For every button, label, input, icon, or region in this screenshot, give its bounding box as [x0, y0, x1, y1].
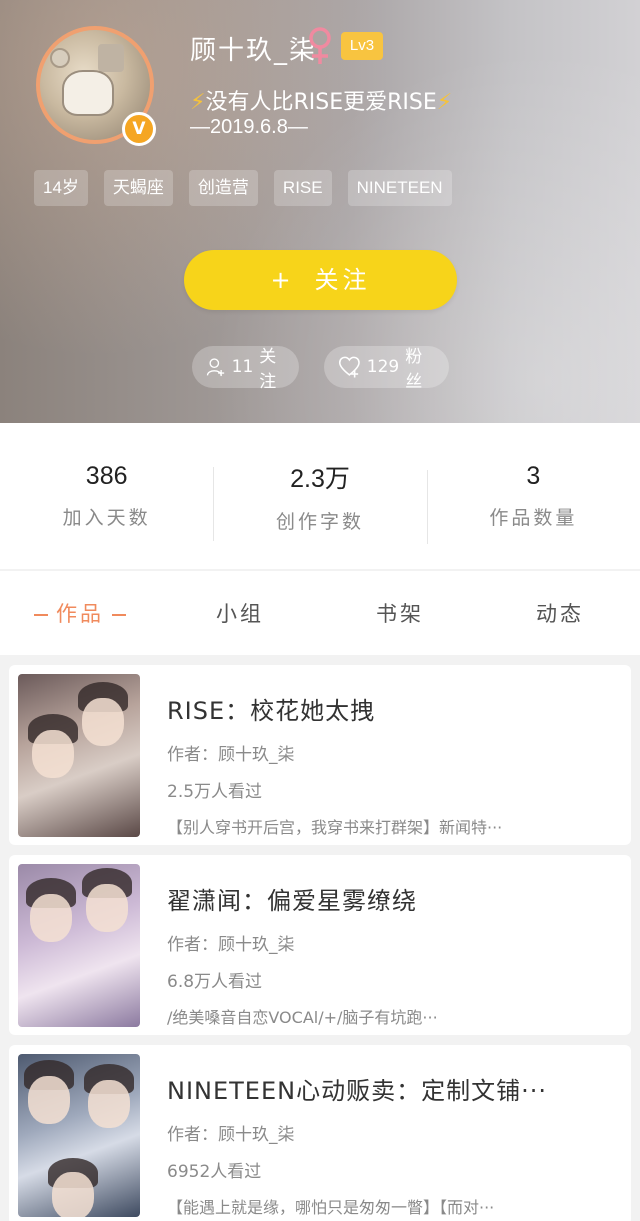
verified-badge-icon: V	[122, 112, 156, 146]
tag-group-nineteen: NINETEEN	[347, 170, 452, 206]
profile-tags: 14岁 天蝎座 创造营 RISE NINETEEN	[34, 170, 452, 206]
stat-join-days: 386 加入天数	[0, 462, 213, 530]
profile-tabs: 作品 小组 书架 动态	[0, 571, 640, 655]
tab-bookshelf[interactable]: 书架	[320, 598, 480, 628]
tab-label: 动态	[536, 602, 584, 626]
work-title[interactable]: NINETEEN心动贩卖：定制文铺···	[167, 1071, 617, 1106]
lightning-icon: ⚡	[436, 90, 453, 115]
book-cover-image[interactable]	[18, 864, 140, 1027]
follow-button[interactable]: + 关注	[184, 250, 457, 310]
tab-label: 书架	[376, 602, 424, 626]
work-info: 翟潇闻：偏爱星雾缭绕 作者：顾十玖_柒 6.8万人看过 /绝美嗓音自恋VOCAl…	[167, 881, 617, 1028]
tab-works[interactable]: 作品	[0, 598, 160, 628]
tag-show: 创造营	[188, 170, 258, 206]
work-info: NINETEEN心动贩卖：定制文铺··· 作者：顾十玖_柒 6952人看过 【能…	[167, 1071, 617, 1218]
fans-count: 129	[366, 357, 400, 377]
tab-indicator	[34, 614, 48, 616]
stat-value: 386	[85, 462, 128, 490]
work-title[interactable]: RISE：校花她太拽	[167, 691, 617, 726]
avatar-decoration	[98, 44, 124, 72]
stat-label: 创作字数	[275, 510, 364, 533]
following-count: 11	[231, 357, 254, 377]
stat-value: 3	[526, 462, 541, 490]
following-label: 关注	[259, 347, 277, 392]
work-description: /绝美嗓音自恋VOCAl/+/脑子有坑跑···	[167, 1008, 438, 1027]
tab-groups[interactable]: 小组	[160, 598, 320, 628]
profile-date: —2019.6.8—	[190, 116, 308, 138]
work-views: 2.5万人看过	[167, 782, 263, 802]
plus-icon: +	[270, 266, 295, 294]
tag-group-rise: RISE	[273, 170, 332, 206]
work-description: 【别人穿书开后宫，我穿书来打群架】新闻特···	[167, 818, 503, 837]
work-card[interactable]: NINETEEN心动贩卖：定制文铺··· 作者：顾十玖_柒 6952人看过 【能…	[9, 1045, 631, 1221]
book-cover-image[interactable]	[18, 674, 140, 837]
tag-age: 14岁	[34, 170, 88, 206]
work-card[interactable]: RISE：校花她太拽 作者：顾十玖_柒 2.5万人看过 【别人穿书开后宫，我穿书…	[9, 665, 631, 845]
tag-zodiac: 天蝎座	[103, 170, 173, 206]
stat-works-count: 3 作品数量	[426, 462, 640, 544]
tab-activity[interactable]: 动态	[480, 598, 640, 628]
work-views: 6.8万人看过	[167, 972, 263, 992]
avatar-decoration	[62, 70, 114, 116]
profile-header: V 顾十玖_柒 Lv3 ⚡没有人比RISE更爱RISE⚡ —2019.6.8— …	[0, 0, 640, 423]
work-description: 【能遇上就是缘，哪怕只是匆匆一瞥】【而对···	[167, 1198, 495, 1217]
level-badge: Lv3	[341, 32, 383, 60]
follow-button-label: 关注	[314, 266, 371, 294]
tab-label: 作品	[56, 602, 104, 626]
fans-button[interactable]: 129 粉丝	[324, 346, 449, 392]
stat-label: 加入天数	[62, 507, 151, 529]
work-author: 作者：顾十玖_柒	[167, 935, 295, 955]
book-cover-image[interactable]	[18, 1054, 140, 1217]
stat-value: 2.3万	[290, 464, 350, 493]
tab-label: 小组	[216, 602, 264, 626]
following-button[interactable]: 11 关注	[192, 346, 299, 392]
work-info: RISE：校花她太拽 作者：顾十玖_柒 2.5万人看过 【别人穿书开后宫，我穿书…	[167, 691, 617, 838]
lightning-icon: ⚡	[190, 90, 206, 115]
tab-indicator	[112, 614, 126, 616]
heart-icon	[338, 356, 360, 378]
stat-word-count: 2.3万 创作字数	[213, 459, 426, 541]
author-stats: 386 加入天数 2.3万 创作字数 3 作品数量	[0, 423, 640, 569]
avatar-decoration	[50, 48, 70, 68]
username: 顾十玖_柒	[190, 36, 318, 66]
stat-label: 作品数量	[489, 507, 578, 529]
add-user-icon	[206, 358, 225, 377]
motto-text: 没有人比RISE更爱RISE	[205, 90, 437, 115]
profile-motto: ⚡没有人比RISE更爱RISE⚡	[190, 84, 452, 116]
work-card[interactable]: 翟潇闻：偏爱星雾缭绕 作者：顾十玖_柒 6.8万人看过 /绝美嗓音自恋VOCAl…	[9, 855, 631, 1035]
work-author: 作者：顾十玖_柒	[167, 1125, 295, 1145]
fans-label: 粉丝	[405, 347, 423, 392]
work-author: 作者：顾十玖_柒	[167, 745, 295, 765]
work-title[interactable]: 翟潇闻：偏爱星雾缭绕	[167, 881, 617, 916]
female-gender-icon	[309, 27, 331, 64]
work-views: 6952人看过	[167, 1162, 262, 1182]
